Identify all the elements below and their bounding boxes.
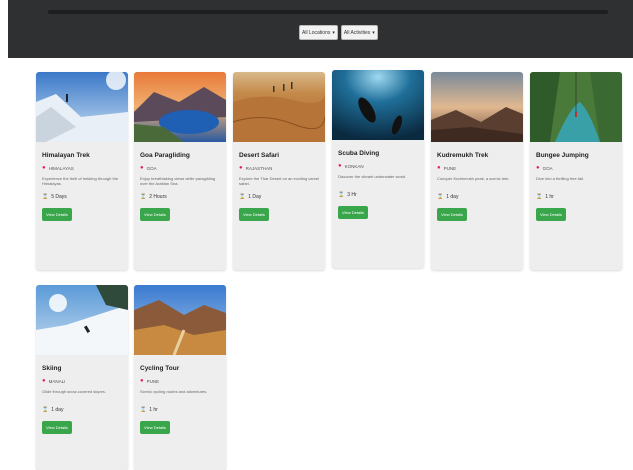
activity-card[interactable]: Cycling Tour ● PUNE Scenic cycling routes… xyxy=(134,285,226,470)
activity-card[interactable]: Scuba Diving ● KONKAN Discover the vibran… xyxy=(332,70,424,268)
card-duration: 1 day xyxy=(446,194,459,200)
header-bar: All Locations ▾ All Activities ▾ xyxy=(8,0,633,58)
card-description: Scenic cycling routes and adventures. xyxy=(140,389,208,394)
location-filter-select[interactable]: All Locations ▾ xyxy=(299,25,338,40)
scuba-diving-image xyxy=(332,70,424,140)
card-duration: 1 hr xyxy=(545,194,554,200)
card-title: Cycling Tour xyxy=(140,365,180,372)
activity-card[interactable]: Skiing ● MANALI Glide through snow-covere… xyxy=(36,285,128,470)
header-divider xyxy=(48,10,608,14)
card-duration: 3 Hr xyxy=(347,192,357,198)
card-location: RAJASTHAN xyxy=(245,165,273,171)
card-duration: 2 Hours xyxy=(149,194,167,200)
filter-bar: All Locations ▾ All Activities ▾ xyxy=(299,25,378,40)
card-description: Experience the thrill of trekking throug… xyxy=(42,176,119,186)
location-filter-label: All Locations xyxy=(302,29,331,36)
location-pin-icon: ● xyxy=(140,378,144,384)
card-duration: 1 Day xyxy=(248,194,262,200)
hourglass-icon: ⌛ xyxy=(42,407,49,413)
card-location: PUNE xyxy=(443,165,457,171)
activity-filter-select[interactable]: All Activities ▾ xyxy=(340,25,378,40)
card-location: GOA xyxy=(146,165,157,171)
activity-card[interactable]: Goa Paragliding ● GOA Enjoy breathtaking … xyxy=(134,72,226,270)
activity-filter-label: All Activities xyxy=(343,29,371,36)
card-location: HIMALAYAS xyxy=(48,165,74,171)
card-title: Himalayan Trek xyxy=(42,152,90,159)
bungee-jumping-image xyxy=(530,72,622,142)
view-details-button[interactable]: View Details xyxy=(140,421,170,434)
card-duration: 1 day xyxy=(51,407,64,413)
card-title: Skiing xyxy=(42,365,62,372)
card-description: Dive into a thrilling free fall. xyxy=(536,176,585,181)
location-pin-icon: ● xyxy=(437,165,441,171)
card-title: Goa Paragliding xyxy=(140,152,190,159)
card-location: KONKAN xyxy=(344,163,364,169)
card-duration: 1 hr xyxy=(149,407,158,413)
hourglass-icon: ⌛ xyxy=(437,194,444,200)
skiing-image xyxy=(36,285,128,355)
card-description: Enjoy breathtaking views while paraglidi… xyxy=(140,176,216,186)
location-pin-icon: ● xyxy=(140,165,144,171)
hourglass-icon: ⌛ xyxy=(140,194,147,200)
himalayan-trek-image xyxy=(36,72,128,142)
hourglass-icon: ⌛ xyxy=(140,407,147,413)
card-title: Kudremukh Trek xyxy=(437,152,489,159)
card-location: MANALI xyxy=(48,378,66,384)
activity-card[interactable]: Desert Safari ● RAJASTHAN Explore the Tha… xyxy=(233,72,325,270)
activity-card[interactable]: Himalayan Trek ● HIMALAYAS Experience the… xyxy=(36,72,128,270)
card-location: PUNE xyxy=(146,378,160,384)
card-description: Conquer Kudremukh peak, a scenic trek. xyxy=(437,176,510,181)
card-location: GOA xyxy=(542,165,553,171)
view-details-button[interactable]: View Details xyxy=(42,208,72,221)
activity-card[interactable]: Kudremukh Trek ● PUNE Conquer Kudremukh p… xyxy=(431,72,523,270)
location-pin-icon: ● xyxy=(239,165,243,171)
desert-safari-image xyxy=(233,72,325,142)
location-pin-icon: ● xyxy=(42,165,46,171)
chevron-down-icon: ▾ xyxy=(372,29,375,36)
view-details-button[interactable]: View Details xyxy=(536,208,566,221)
location-pin-icon: ● xyxy=(338,163,342,169)
view-details-button[interactable]: View Details xyxy=(42,421,72,434)
view-details-button[interactable]: View Details xyxy=(140,208,170,221)
view-details-button[interactable]: View Details xyxy=(437,208,467,221)
card-duration: 5 Days xyxy=(51,194,67,200)
card-description: Glide through snow-covered slopes. xyxy=(42,389,106,394)
cycling-tour-image xyxy=(134,285,226,355)
card-description: Discover the vibrant underwater world. xyxy=(338,174,407,179)
chevron-down-icon: ▾ xyxy=(332,29,335,36)
hourglass-icon: ⌛ xyxy=(42,194,49,200)
card-title: Desert Safari xyxy=(239,152,280,159)
goa-paragliding-image xyxy=(134,72,226,142)
view-details-button[interactable]: View Details xyxy=(338,206,368,219)
card-title: Bungee Jumping xyxy=(536,152,589,159)
card-title: Scuba Diving xyxy=(338,150,380,157)
view-details-button[interactable]: View Details xyxy=(239,208,269,221)
hourglass-icon: ⌛ xyxy=(536,194,543,200)
location-pin-icon: ● xyxy=(42,378,46,384)
hourglass-icon: ⌛ xyxy=(239,194,246,200)
hourglass-icon: ⌛ xyxy=(338,192,345,198)
location-pin-icon: ● xyxy=(536,165,540,171)
activity-card[interactable]: Bungee Jumping ● GOA Dive into a thrillin… xyxy=(530,72,622,270)
kudremukh-trek-image xyxy=(431,72,523,142)
card-description: Explore the Thar Desert on an exciting c… xyxy=(239,176,319,186)
